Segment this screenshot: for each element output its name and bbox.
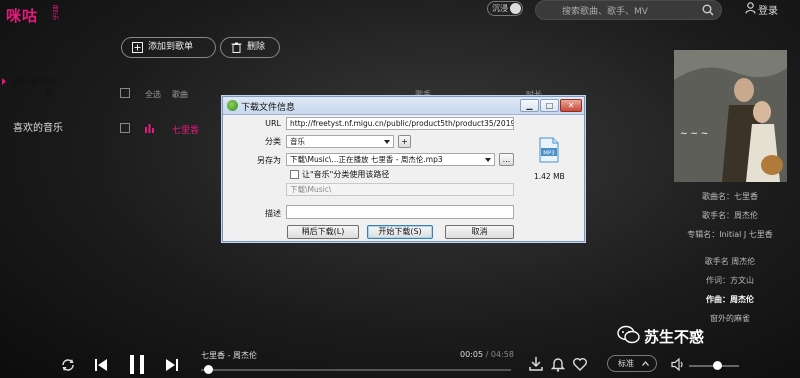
- sidebar-item-label: 默认播放列表: [13, 77, 53, 97]
- login-label: 登录: [758, 6, 778, 17]
- login-button[interactable]: 登录: [745, 2, 778, 17]
- progress-handle[interactable]: [204, 365, 214, 374]
- immersive-toggle-label: 沉浸: [492, 4, 508, 13]
- app-logo[interactable]: 咪咕: [6, 5, 38, 26]
- delete-label: 删除: [247, 42, 266, 52]
- volume-handle[interactable]: [712, 361, 722, 370]
- previous-track-icon[interactable]: [93, 357, 109, 373]
- lyric-line: 歌手名 周杰伦: [704, 257, 756, 266]
- download-icon[interactable]: [528, 356, 544, 372]
- search-box[interactable]: 搜索歌曲、歌手、MV: [535, 0, 722, 20]
- chevron-down-icon: [384, 140, 390, 144]
- chevron-down-icon: [485, 158, 491, 162]
- maximize-button[interactable]: □: [540, 99, 559, 112]
- start-download-button[interactable]: 开始下载(S): [367, 225, 433, 239]
- lyric-line: 作词：方文山: [706, 276, 754, 285]
- file-size: 1.42 MB: [534, 172, 565, 181]
- lyric-line: 窗外的麻雀: [710, 314, 750, 323]
- path-field: 下载\Music\: [286, 183, 514, 196]
- watermark-text: 苏生不惑: [644, 328, 705, 346]
- album-name-info: 专辑名：Initial J 七里香: [687, 230, 773, 239]
- saveas-select[interactable]: 下载\Music\...正在播放 七里香 - 周杰伦.mp3: [286, 153, 495, 166]
- downloader-app-icon: [227, 100, 238, 111]
- song-name-info: 歌曲名：七里香: [702, 192, 758, 201]
- progress-bar[interactable]: [201, 369, 511, 371]
- loop-mode-icon[interactable]: [60, 357, 76, 373]
- bell-icon[interactable]: [550, 356, 566, 372]
- search-input[interactable]: 搜索歌曲、歌手、MV: [562, 4, 648, 17]
- album-cover[interactable]: ~ ~ ~: [674, 50, 787, 182]
- chevron-up-icon: [642, 361, 649, 366]
- url-label: URL: [265, 119, 281, 128]
- category-value: 音乐: [290, 137, 305, 146]
- url-field[interactable]: http://freetyst.nf.migu.cn/public/produc…: [286, 117, 514, 130]
- search-icon[interactable]: [702, 4, 714, 16]
- use-path-label: 让"音乐"分类使用该路径: [302, 170, 390, 179]
- dialog-titlebar[interactable]: 下载文件信息 ▁ □ ✕: [223, 97, 584, 115]
- now-playing: 七里香 - 周杰伦: [201, 351, 257, 360]
- singer-name-info: 歌手名：周杰伦: [702, 211, 758, 220]
- song-row-title[interactable]: 七里香: [172, 123, 199, 136]
- description-label: 描述: [265, 209, 281, 218]
- toggle-knob: [510, 3, 521, 14]
- category-label: 分类: [265, 137, 281, 146]
- next-track-icon[interactable]: [164, 357, 180, 373]
- app-logo-subtitle: 音乐: [52, 5, 59, 21]
- minimize-button[interactable]: ▁: [520, 99, 539, 112]
- album-cover-art: ~ ~ ~: [674, 50, 787, 182]
- file-type-text: MP3: [543, 151, 555, 157]
- cancel-button[interactable]: 取消: [445, 225, 514, 239]
- add-category-button[interactable]: +: [398, 135, 411, 148]
- saveas-label: 另存为: [257, 156, 281, 165]
- wechat-icon: [617, 325, 640, 344]
- quality-label: 标准: [618, 359, 634, 368]
- quality-select[interactable]: 标准: [607, 355, 657, 372]
- add-to-playlist-label: 添加到歌单: [148, 42, 194, 52]
- svg-text:~ ~ ~: ~ ~ ~: [680, 129, 708, 139]
- saveas-value: 下载\Music\...正在播放 七里香 - 周杰伦.mp3: [290, 155, 443, 164]
- equalizer-icon: [145, 124, 154, 133]
- time-display: 00:05 / 04:58: [460, 350, 514, 359]
- header-song: 歌曲: [172, 90, 188, 99]
- playing-indicator-icon: [2, 78, 6, 85]
- description-field[interactable]: [286, 205, 514, 219]
- immersive-toggle[interactable]: 沉浸: [487, 1, 523, 16]
- sidebar-item-favorites[interactable]: 喜欢的音乐: [13, 119, 63, 134]
- browse-button[interactable]: ...: [499, 153, 514, 166]
- select-all-checkbox[interactable]: [120, 88, 130, 98]
- heart-icon[interactable]: [572, 356, 588, 372]
- lyric-line-current: 作曲：周杰伦: [706, 295, 754, 304]
- download-dialog: 下载文件信息 ▁ □ ✕ URL http://freetyst.nf.migu…: [222, 96, 585, 242]
- trash-icon: [231, 42, 242, 53]
- close-button[interactable]: ✕: [560, 99, 582, 112]
- delete-button[interactable]: 删除: [220, 37, 280, 58]
- category-select[interactable]: 音乐: [286, 135, 394, 148]
- row-checkbox[interactable]: [120, 123, 130, 133]
- pause-icon[interactable]: [127, 354, 147, 375]
- watermark: 苏生不惑: [617, 325, 705, 347]
- current-time: 00:05: [460, 350, 484, 359]
- total-time: 04:58: [490, 350, 514, 359]
- header-select-all: 全选: [145, 90, 161, 99]
- plus-box-icon: [132, 42, 143, 53]
- download-later-button[interactable]: 稍后下载(L): [287, 225, 359, 239]
- mp3-file-icon: MP3: [539, 137, 559, 163]
- use-path-checkbox[interactable]: [290, 170, 299, 179]
- add-to-playlist-button[interactable]: 添加到歌单: [121, 37, 216, 58]
- dialog-title: 下载文件信息: [241, 103, 296, 113]
- user-icon: [745, 2, 756, 14]
- volume-icon[interactable]: [671, 358, 685, 371]
